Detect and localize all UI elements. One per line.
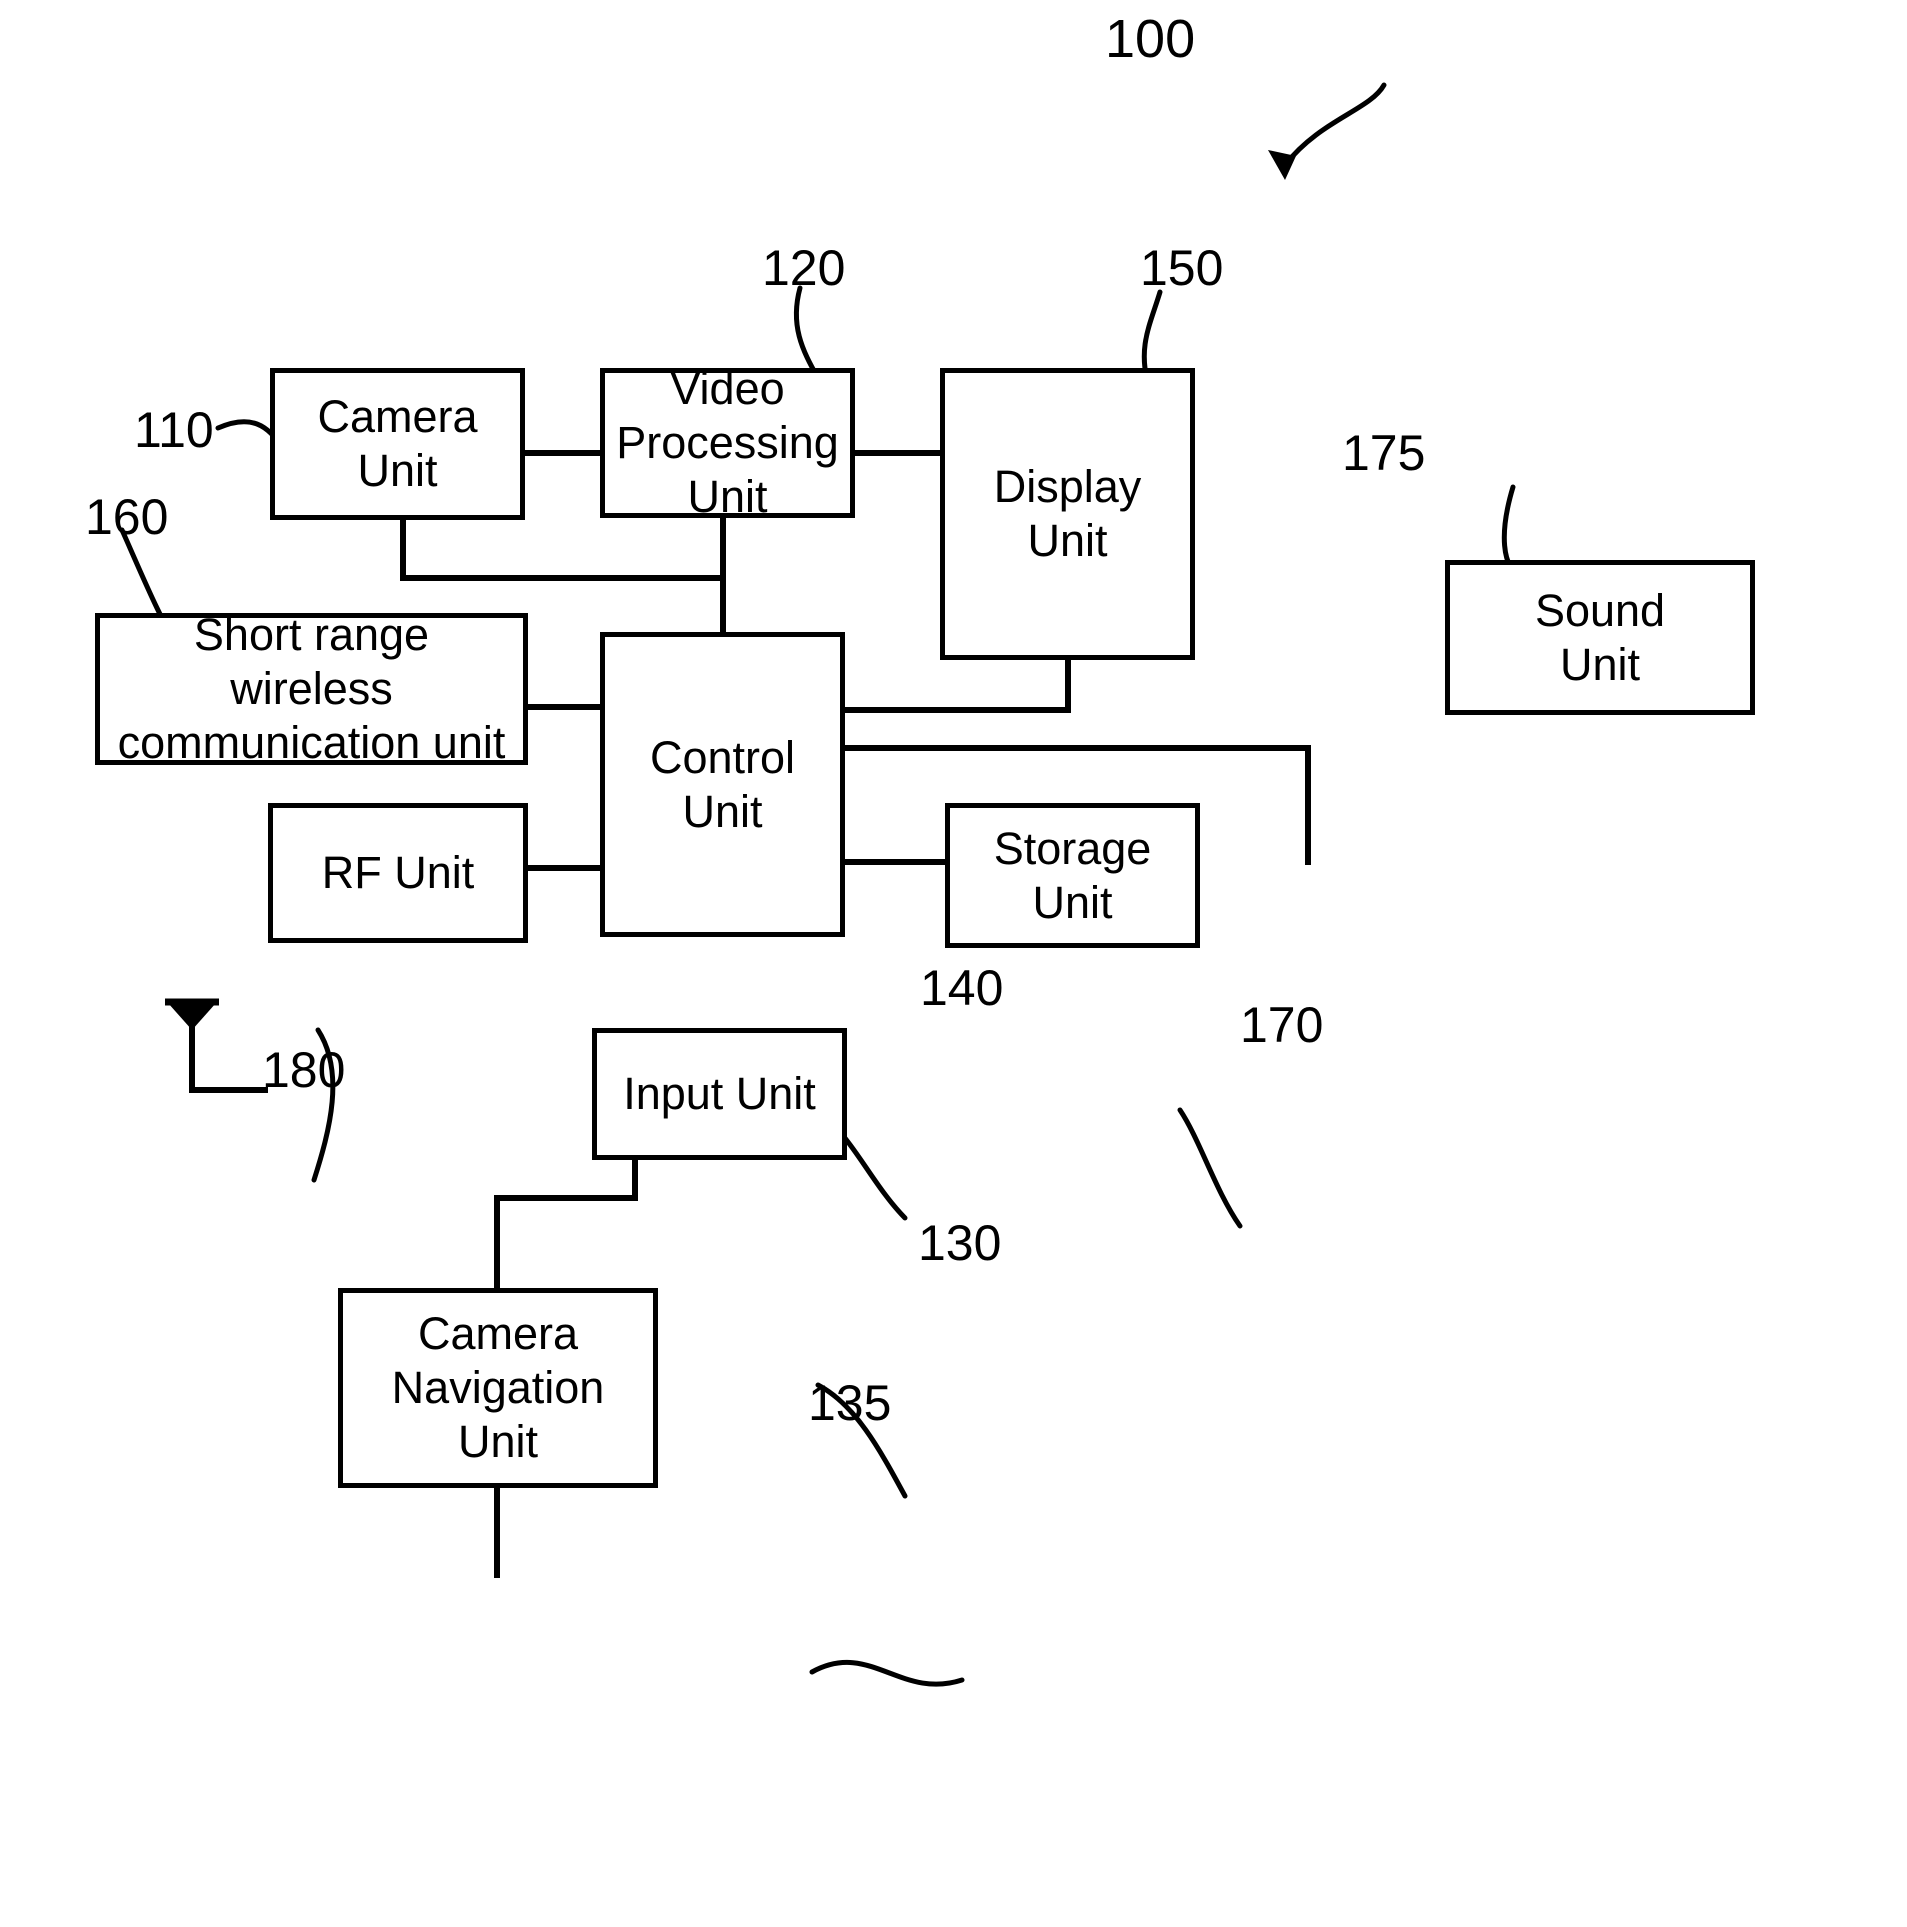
block-sound-unit-label: Sound Unit [1534, 584, 1666, 690]
link-antenna-rf [189, 1063, 268, 1093]
link-display-control [845, 660, 1071, 713]
block-display-unit-label: Display Unit [993, 461, 1142, 566]
ref-numeral-100: 100 [1105, 9, 1196, 69]
block-storage-unit[interactable]: Storage Unit [945, 803, 1200, 948]
ref-numeral-160: 160 [85, 489, 169, 545]
ref-numeral-110: 110 [134, 402, 214, 458]
block-display-unit[interactable]: Display Unit [940, 368, 1195, 660]
block-control-unit-label: Control Unit [649, 731, 796, 837]
block-storage-unit-label: Storage Unit [993, 822, 1152, 928]
ref-numeral-180: 180 [262, 1042, 346, 1098]
block-short-range-wireless-communication-unit-label: Short range wireless communication unit [117, 609, 506, 768]
block-video-processing-unit[interactable]: Video Processing Unit [600, 363, 855, 522]
patent-figure-page: Camera Unit Video Processing Unit Displa… [0, 0, 1907, 1927]
block-short-range-wireless-communication-unit[interactable]: Short range wireless communication unit [95, 609, 528, 768]
ref-numeral-175: 175 [1342, 425, 1426, 481]
block-rf-unit-label: RF Unit [321, 847, 475, 898]
leader-100 [1282, 82, 1387, 168]
antenna-icon [165, 998, 219, 1030]
leader-135 [809, 1659, 965, 1687]
leader-170 [1177, 1107, 1243, 1229]
block-camera-navigation-unit[interactable]: Camera Navigation Unit [338, 1288, 658, 1488]
block-input-unit[interactable]: Input Unit [592, 1028, 847, 1160]
ref-numeral-120: 120 [762, 240, 846, 296]
link-camera-control [400, 520, 723, 581]
ref-numeral-150: 150 [1140, 240, 1224, 296]
ref-numeral-140: 140 [920, 960, 1004, 1016]
block-sound-unit[interactable]: Sound Unit [1445, 560, 1755, 715]
block-video-processing-unit-label: Video Processing Unit [616, 363, 839, 522]
block-camera-unit-label: Camera Unit [317, 391, 478, 496]
block-control-unit[interactable]: Control Unit [600, 632, 845, 937]
block-camera-unit[interactable]: Camera Unit [270, 368, 525, 520]
block-camera-navigation-unit-label: Camera Navigation Unit [391, 1308, 605, 1467]
ref-numeral-135: 135 [808, 1375, 892, 1431]
ref-numeral-170: 170 [1240, 997, 1324, 1053]
block-input-unit-label: Input Unit [623, 1068, 816, 1119]
block-rf-unit[interactable]: RF Unit [268, 803, 528, 943]
ref-numeral-130: 130 [918, 1215, 1002, 1271]
